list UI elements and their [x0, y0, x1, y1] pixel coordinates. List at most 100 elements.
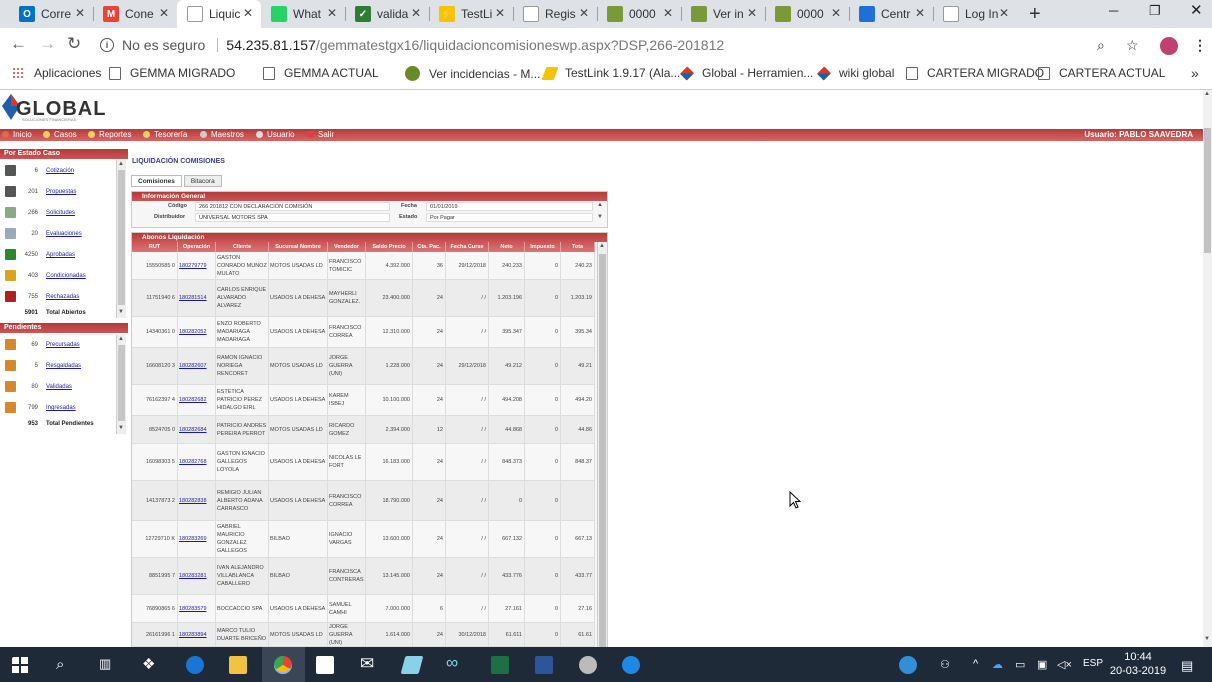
scroll-up-icon[interactable]: ▲ — [1204, 91, 1210, 97]
tab-close-icon[interactable]: ✕ — [831, 6, 841, 20]
search-icon[interactable]: ⌕ — [56, 656, 64, 673]
tab-close-icon[interactable]: ✕ — [411, 6, 421, 20]
reload-icon[interactable]: ↻ — [67, 34, 81, 54]
tab-comisiones[interactable]: Comisiones — [131, 175, 182, 187]
menu-tesoreria[interactable]: Tesorería — [143, 130, 187, 139]
sidebar-item-link[interactable]: Rechazadas — [46, 294, 79, 300]
operation-link[interactable]: 180282607 — [179, 362, 207, 370]
bookmark-item[interactable]: wiki global — [816, 65, 894, 81]
bookmarks-overflow-icon[interactable]: » — [1191, 65, 1199, 81]
column-header[interactable]: Impuesto — [525, 242, 561, 252]
info-scroll-down-icon[interactable]: ▼ — [597, 214, 603, 220]
notes-icon[interactable] — [400, 656, 424, 674]
scroll-thumb[interactable] — [118, 170, 125, 305]
bookmark-item[interactable]: CARTERA ACTUAL — [1038, 66, 1165, 80]
zoom-icon[interactable]: ⌕ — [1097, 37, 1105, 54]
browser-tab[interactable]: Regis ✕ — [513, 0, 597, 28]
volume-icon[interactable]: ◁× — [1057, 658, 1072, 671]
sidebar-item-link[interactable]: Evaluaciones — [46, 231, 82, 237]
menu-salir[interactable]: Salir — [307, 130, 334, 139]
bookmark-star-icon[interactable]: ☆ — [1126, 37, 1139, 54]
operation-link[interactable]: 180283894 — [179, 631, 207, 639]
sidebar-item[interactable]: 4250 Aprobadas — [0, 244, 116, 265]
network-icon[interactable]: ▣ — [1037, 658, 1047, 671]
sidebar-item[interactable]: 6 Cotización — [0, 160, 116, 181]
word-icon[interactable] — [535, 656, 553, 674]
sidebar-item-link[interactable]: Aprobadas — [46, 252, 75, 258]
sidebar-item[interactable]: 201 Propuestas — [0, 181, 116, 202]
language-indicator[interactable]: ESP — [1083, 658, 1103, 669]
browser-tab[interactable]: Log In ✕ — [933, 0, 1017, 28]
sidebar-item[interactable]: 80 Validadas — [0, 376, 116, 397]
operation-link[interactable]: 180283579 — [179, 605, 207, 613]
estado-scrollbar[interactable]: ▲ ▼ — [116, 160, 126, 318]
bookmark-item[interactable]: Global - Herramien... — [679, 65, 813, 81]
info-icon[interactable]: i — [100, 38, 114, 52]
table-row[interactable]: 76890865 6 180283579 BOCCACCIO SPA USADOS L… — [132, 595, 595, 623]
table-row[interactable]: 14137873 2 180282838 REMIGIO JULIAN ALBERT… — [132, 481, 595, 521]
menu-icon[interactable]: ⋮ — [1193, 37, 1207, 54]
column-header[interactable]: Sucursal Nombre — [269, 242, 328, 252]
operation-link[interactable]: 180282684 — [179, 426, 207, 434]
table-row[interactable]: 15550585 0 180279779 GASTON CONRADO MUNOZ … — [132, 252, 595, 280]
tab-close-icon[interactable]: ✕ — [75, 6, 85, 20]
scroll-down-icon[interactable]: ▼ — [118, 425, 124, 431]
menu-reportes[interactable]: Reportes — [88, 130, 131, 139]
infinity-icon[interactable]: ∞ — [446, 653, 458, 673]
table-row[interactable]: 8524705 0 180282684 PATRICIO ANDRES PEREIR… — [132, 416, 595, 444]
back-icon[interactable]: ← — [10, 34, 27, 54]
excel-icon[interactable] — [491, 656, 509, 674]
tab-close-icon[interactable]: ✕ — [243, 6, 253, 20]
sidebar-item[interactable]: 5 Resgaldadas — [0, 355, 116, 376]
sidebar-item-link[interactable]: Solicitudes — [46, 210, 75, 216]
sidebar-item[interactable]: 755 Rechazadas — [0, 286, 116, 307]
bookmark-item[interactable]: CARTERA MIGRADO — [906, 66, 1044, 80]
menu-casos[interactable]: Casos — [43, 130, 77, 139]
column-header[interactable]: Cliente — [216, 242, 269, 252]
page-scroll-thumb[interactable] — [1204, 128, 1211, 253]
browser-tab[interactable]: Centr ✕ — [849, 0, 933, 28]
tray-expand-icon[interactable]: ^ — [973, 658, 978, 670]
scroll-thumb[interactable] — [118, 345, 125, 421]
operation-link[interactable]: 180282682 — [179, 396, 207, 404]
table-row[interactable]: 14340361 0 180282052 ENZO ROBERTO MADARIAG… — [132, 317, 595, 348]
browser-tab[interactable]: O Corre ✕ — [9, 0, 93, 28]
browser-tab[interactable]: M Cone ✕ — [93, 0, 177, 28]
forward-icon[interactable]: → — [39, 34, 56, 54]
operation-link[interactable]: 180281514 — [179, 294, 207, 302]
tab-bitacora[interactable]: Bitacora — [183, 175, 222, 187]
sidebar-item-link[interactable]: Ingresadas — [46, 405, 76, 411]
table-row[interactable]: 16608120 3 180282607 RAMON IGNACIO NORIEGA… — [132, 348, 595, 385]
grid-scrollbar[interactable]: ▲ — [597, 242, 607, 647]
table-row[interactable]: 76162397 4 180282682 ESTETICA PATRICIO PER… — [132, 385, 595, 416]
sidebar-item[interactable]: 799 Ingresadas — [0, 397, 116, 418]
people-icon[interactable]: ⚇ — [940, 658, 950, 671]
windows-start-icon[interactable] — [12, 657, 30, 675]
operation-link[interactable]: 180279779 — [179, 262, 207, 270]
browser-tab[interactable]: What ✕ — [261, 0, 345, 28]
profile-avatar[interactable] — [1160, 37, 1178, 55]
tab-close-icon[interactable]: ✕ — [999, 6, 1009, 20]
close-window-button[interactable]: ✕ — [1190, 1, 1203, 19]
dropbox-icon[interactable]: ❖ — [142, 655, 155, 673]
sidebar-item-link[interactable]: Cotización — [46, 168, 74, 174]
column-header[interactable]: Cta. Pac. — [413, 242, 446, 252]
info-scroll-up-icon[interactable]: ▲ — [597, 202, 603, 208]
tab-close-icon[interactable]: ✕ — [159, 6, 169, 20]
operation-link[interactable]: 180282768 — [179, 458, 207, 466]
browser-tab[interactable]: 0000 ✕ — [765, 0, 849, 28]
column-header[interactable]: RUT — [132, 242, 178, 252]
sidebar-section-estado[interactable]: Por Estado Caso — [0, 149, 128, 159]
column-header[interactable]: Tota — [561, 242, 595, 252]
battery-icon[interactable]: ▭ — [1015, 658, 1025, 671]
sidebar-item[interactable]: 403 Condicionadas — [0, 265, 116, 286]
mail-icon[interactable]: ✉ — [360, 654, 374, 674]
sidebar-item-link[interactable]: Propuestas — [46, 189, 76, 195]
table-row[interactable]: 26161996 1 180283894 MARCO TULIO DUARTE BR… — [132, 623, 595, 647]
bookmark-item[interactable]: TestLink 1.9.17 (Ala... — [541, 66, 680, 80]
minimize-button[interactable]: ─ — [1109, 3, 1118, 18]
page-scrollbar[interactable]: ▲ ▼ — [1203, 90, 1212, 647]
browser-tab[interactable]: Ver in ✕ — [681, 0, 765, 28]
sidebar-item[interactable]: 69 Precursadas — [0, 334, 116, 355]
column-header[interactable]: Fecha Curse — [446, 242, 489, 252]
